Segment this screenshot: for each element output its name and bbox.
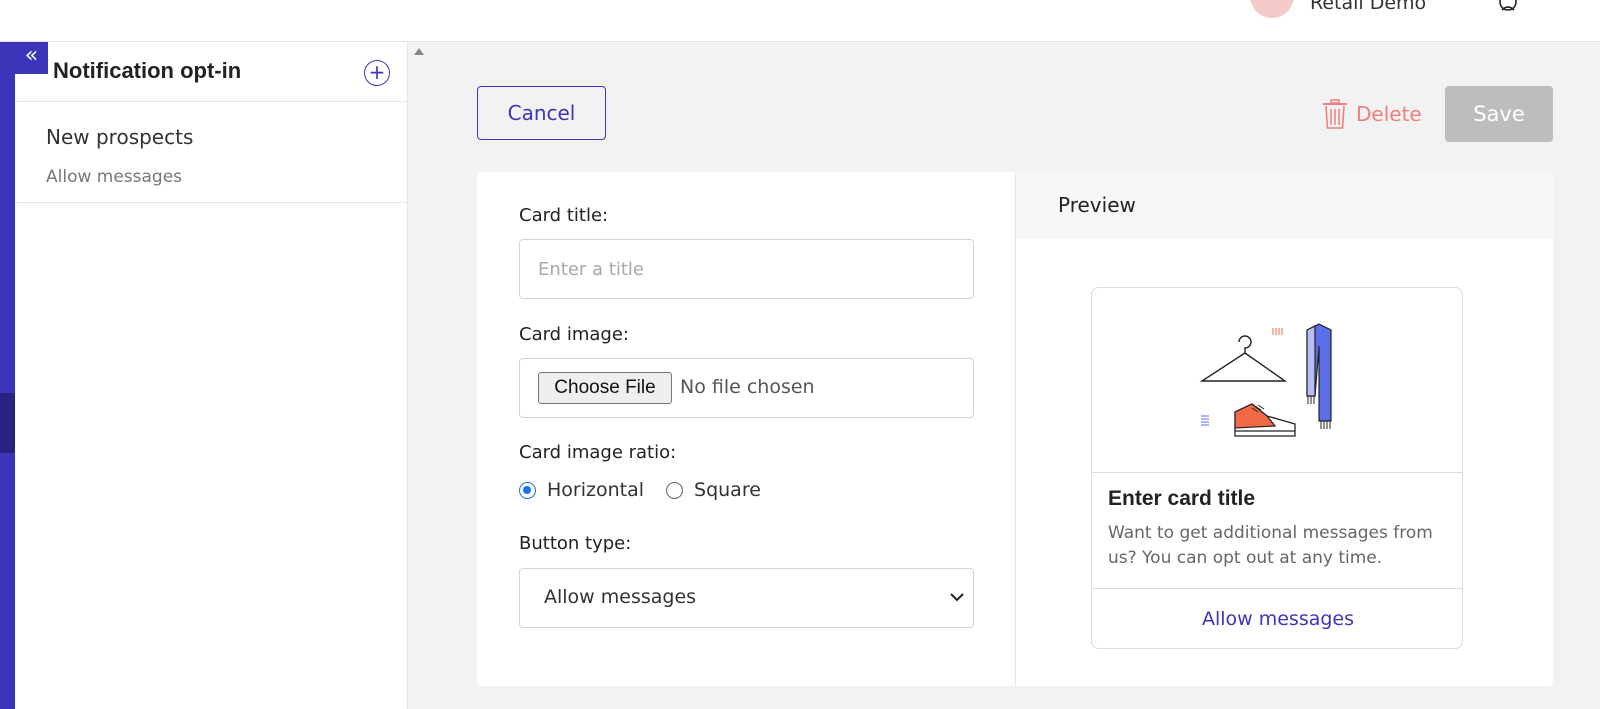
card-form: Card title: Card image: Choose File No f… — [477, 172, 1016, 686]
sidebar-item-label: New prospects — [46, 125, 194, 149]
radio-horizontal[interactable] — [519, 481, 536, 499]
sidebar: Notification opt-in + New prospects Allo… — [15, 42, 408, 709]
button-type-label: Button type: — [519, 533, 632, 554]
card-title-label: Card title: — [519, 205, 609, 226]
app-rail — [0, 42, 15, 709]
clothing-illustration-icon — [1199, 323, 1332, 437]
preview-header: Preview — [1016, 172, 1553, 239]
double-chevron-left-icon[interactable]: « — [15, 42, 48, 74]
card-image-label: Card image: — [519, 324, 629, 345]
sidebar-item-new-prospects[interactable]: New prospects Allow messages — [15, 103, 408, 203]
radio-square-label[interactable]: Square — [694, 479, 761, 501]
preview-card: Enter card title Want to get additional … — [1091, 287, 1463, 649]
save-button[interactable]: Save — [1445, 86, 1553, 142]
account-avatar[interactable] — [1250, 0, 1294, 18]
trash-icon — [1323, 99, 1347, 129]
radio-horizontal-label[interactable]: Horizontal — [547, 479, 644, 501]
preview-card-text: Want to get additional messages from us?… — [1108, 523, 1433, 568]
top-bar: Retail Demo — [0, 0, 1600, 42]
card-editor: Card title: Card image: Choose File No f… — [477, 172, 1553, 686]
account-name[interactable]: Retail Demo — [1310, 0, 1426, 14]
plus-circle-icon[interactable]: + — [364, 60, 390, 86]
radio-square[interactable] — [666, 481, 684, 499]
preview-panel: Preview Enter card title Want to get add… — [1016, 172, 1553, 686]
card-image-ratio-label: Card image ratio: — [519, 442, 677, 463]
delete-label: Delete — [1356, 102, 1422, 126]
ratio-radio-group: Horizontal Square — [519, 477, 783, 503]
sidebar-header: Notification opt-in + — [15, 42, 408, 102]
delete-button[interactable]: Delete — [1322, 97, 1422, 131]
scroll-up-arrow-icon[interactable] — [414, 48, 424, 55]
user-icon[interactable] — [1496, 0, 1520, 14]
cancel-button[interactable]: Cancel — [477, 86, 606, 140]
button-type-value: Allow messages — [544, 586, 697, 608]
preview-card-title: Enter card title — [1108, 487, 1256, 510]
preview-card-image — [1092, 288, 1462, 473]
choose-file-button[interactable]: Choose File — [538, 372, 672, 404]
chevron-down-icon — [950, 593, 964, 602]
button-type-select[interactable]: Allow messages — [519, 568, 974, 628]
card-image-file-input[interactable]: Choose File No file chosen — [519, 358, 974, 418]
card-title-input[interactable] — [519, 239, 974, 299]
preview-heading: Preview — [1058, 193, 1136, 217]
preview-card-button[interactable]: Allow messages — [1092, 588, 1462, 648]
rail-active-item[interactable] — [0, 393, 15, 453]
file-status: No file chosen — [680, 376, 815, 398]
sidebar-title: Notification opt-in — [53, 58, 242, 83]
sidebar-item-subtitle: Allow messages — [46, 167, 183, 187]
